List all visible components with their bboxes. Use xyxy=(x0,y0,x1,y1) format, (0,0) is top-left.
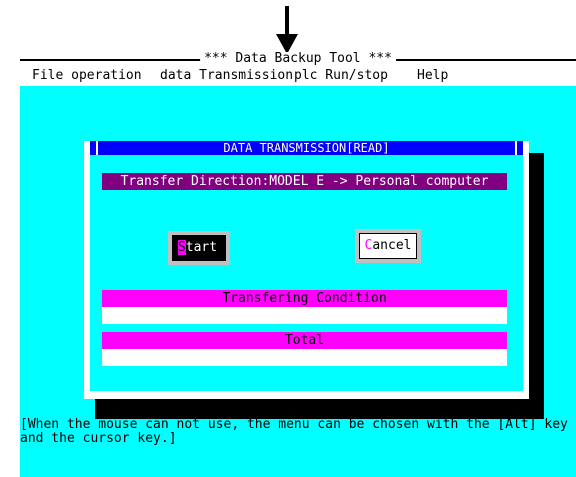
total-label: Total xyxy=(102,332,507,349)
start-button[interactable]: Start xyxy=(168,231,230,265)
cancel-button-label: ancel xyxy=(372,238,412,253)
transfer-condition-label: Transfering Condition xyxy=(102,290,507,307)
cancel-button-face[interactable]: Cancel xyxy=(359,233,417,259)
help-status-text: [When the mouse can not use, the menu ca… xyxy=(20,417,576,446)
cancel-button[interactable]: Cancel xyxy=(355,229,421,263)
start-button-mnemonic: S xyxy=(177,240,186,255)
transfer-direction-label: Transfer Direction:MODEL E -> Personal c… xyxy=(102,173,507,190)
dialog-title: DATA TRANSMISSION[READ] xyxy=(223,141,390,155)
menu-item-help[interactable]: Help xyxy=(417,69,448,83)
menu-item-file-operation[interactable]: File operation xyxy=(32,69,142,83)
dialog-title-bar: DATA TRANSMISSION[READ] xyxy=(90,141,523,155)
start-button-label: tart xyxy=(185,240,218,255)
transfer-condition-progress xyxy=(102,307,507,324)
app-title: *** Data Backup Tool *** xyxy=(200,52,396,66)
start-button-face[interactable]: Start xyxy=(172,235,226,261)
down-arrow-icon xyxy=(276,6,298,54)
menu-item-plc-run-stop[interactable]: plc Run/stop xyxy=(294,69,388,83)
data-transmission-dialog: DATA TRANSMISSION[READ] Transfer Directi… xyxy=(84,141,529,399)
total-progress xyxy=(102,349,507,366)
menu-item-data-transmission[interactable]: data Transmission xyxy=(160,69,293,83)
menu-bar: File operation data Transmission plc Run… xyxy=(20,66,576,86)
app-screen: *** Data Backup Tool *** File operation … xyxy=(20,52,576,477)
dialog-body: DATA TRANSMISSION[READ] Transfer Directi… xyxy=(90,141,523,391)
dialog-title-edge-right xyxy=(515,141,517,155)
title-bar: *** Data Backup Tool *** xyxy=(20,52,576,66)
